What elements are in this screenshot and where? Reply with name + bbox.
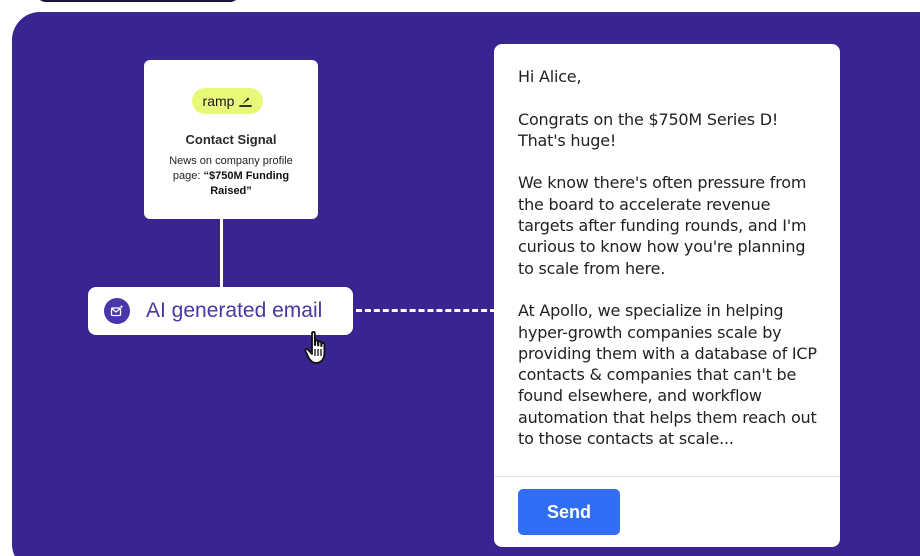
hand-pointer-cursor-icon [304,331,326,364]
vertical-connector [220,219,223,289]
email-paragraph: We know there's often pressure from the … [518,173,807,278]
email-paragraph: At Apollo, we specialize in helping hype… [518,301,817,449]
ramp-logo-text: ramp [202,93,235,109]
top-tab-shape [36,0,240,2]
email-preview-card: Hi Alice, Congrats on the $750M Series D… [494,44,840,547]
ramp-logo-badge: ramp [192,88,263,114]
contact-signal-card: ramp Contact Signal News on company prof… [144,60,318,219]
ai-generated-email-label: AI generated email [146,299,323,322]
dashed-connector [356,309,496,312]
signal-highlight: “$750M Funding Raised” [203,170,290,197]
stage: ramp Contact Signal News on company prof… [0,0,920,556]
signal-description: News on company profile page: “$750M Fun… [160,154,302,199]
signal-title: Contact Signal [185,132,277,147]
email-divider [494,476,840,477]
send-button[interactable]: Send [518,489,620,535]
ai-generated-email-button[interactable]: AI generated email [88,287,353,335]
ramp-mark-icon [239,97,253,107]
email-greeting: Hi Alice, [518,67,582,86]
email-body: Hi Alice, Congrats on the $750M Series D… [518,66,820,471]
mail-sparkle-icon [104,298,130,324]
email-paragraph: Congrats on the $750M Series D! That's h… [518,109,779,150]
